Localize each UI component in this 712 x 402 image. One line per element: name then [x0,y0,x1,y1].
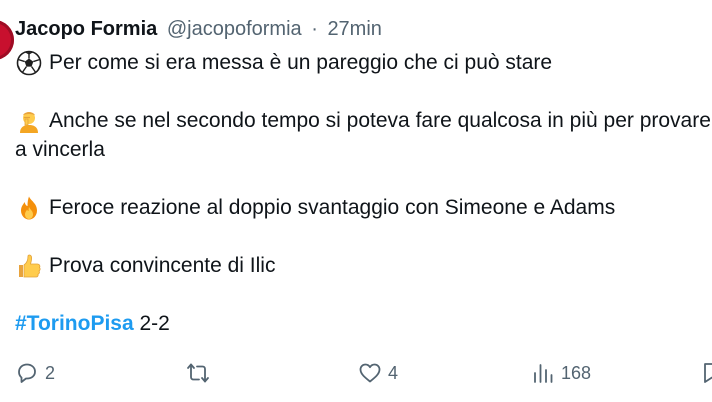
views-button[interactable]: 168 [531,355,591,391]
timestamp[interactable]: 27min [327,18,381,40]
tweet-line-2-text: Anche se nel secondo tempo si poteva far… [49,109,711,132]
avatar[interactable] [0,20,14,60]
tweet-text: Per come si era messa è un pareggio che … [15,48,712,338]
retweet-button[interactable] [186,355,216,391]
person-facepalm-icon [15,107,43,135]
reply-count: 2 [45,362,56,383]
author-name[interactable]: Jacopo Formia [15,18,157,40]
tweet-line-4-text: Feroce reazione al doppio svantaggio con… [49,196,616,219]
tweet-line-1-text: Per come si era messa è un pareggio che … [49,51,553,74]
retweet-icon [187,363,209,383]
hashtag-link[interactable]: #TorinoPisa [15,309,134,338]
reply-icon [18,363,36,383]
author-handle[interactable]: @jacopoformia [167,18,302,40]
tweet-line-2: Anche se nel secondo tempo si poteva far… [15,106,712,135]
reply-button[interactable]: 2 [15,355,55,391]
like-count: 4 [388,362,399,383]
tweet-header: Jacopo Formia @jacopoformia · 27min [15,16,382,42]
fire-icon [15,194,43,222]
separator-dot: · [311,18,318,40]
tweet-actions: 2 4 168 [0,355,712,391]
bookmark-icon [704,363,712,383]
match-score: 2-2 [133,312,170,335]
views-count: 168 [561,362,592,383]
soccer-ball-icon [15,49,43,77]
thumbs-up-icon [15,252,43,280]
tweet-line-6: #TorinoPisa 2-2 [15,309,712,338]
tweet-line-4: Feroce reazione al doppio svantaggio con… [15,193,712,222]
views-chart-icon [534,364,553,383]
tweet-line-3-text: a vincerla [15,138,105,161]
tweet-line-5-text: Prova convincente di Ilic [49,254,276,277]
heart-icon [359,363,381,383]
bookmark-button[interactable] [700,355,712,391]
tweet-line-5: Prova convincente di Ilic [15,251,712,280]
tweet-line-3: a vincerla [15,135,712,164]
like-button[interactable]: 4 [358,355,398,391]
tweet-line-1: Per come si era messa è un pareggio che … [15,48,712,77]
